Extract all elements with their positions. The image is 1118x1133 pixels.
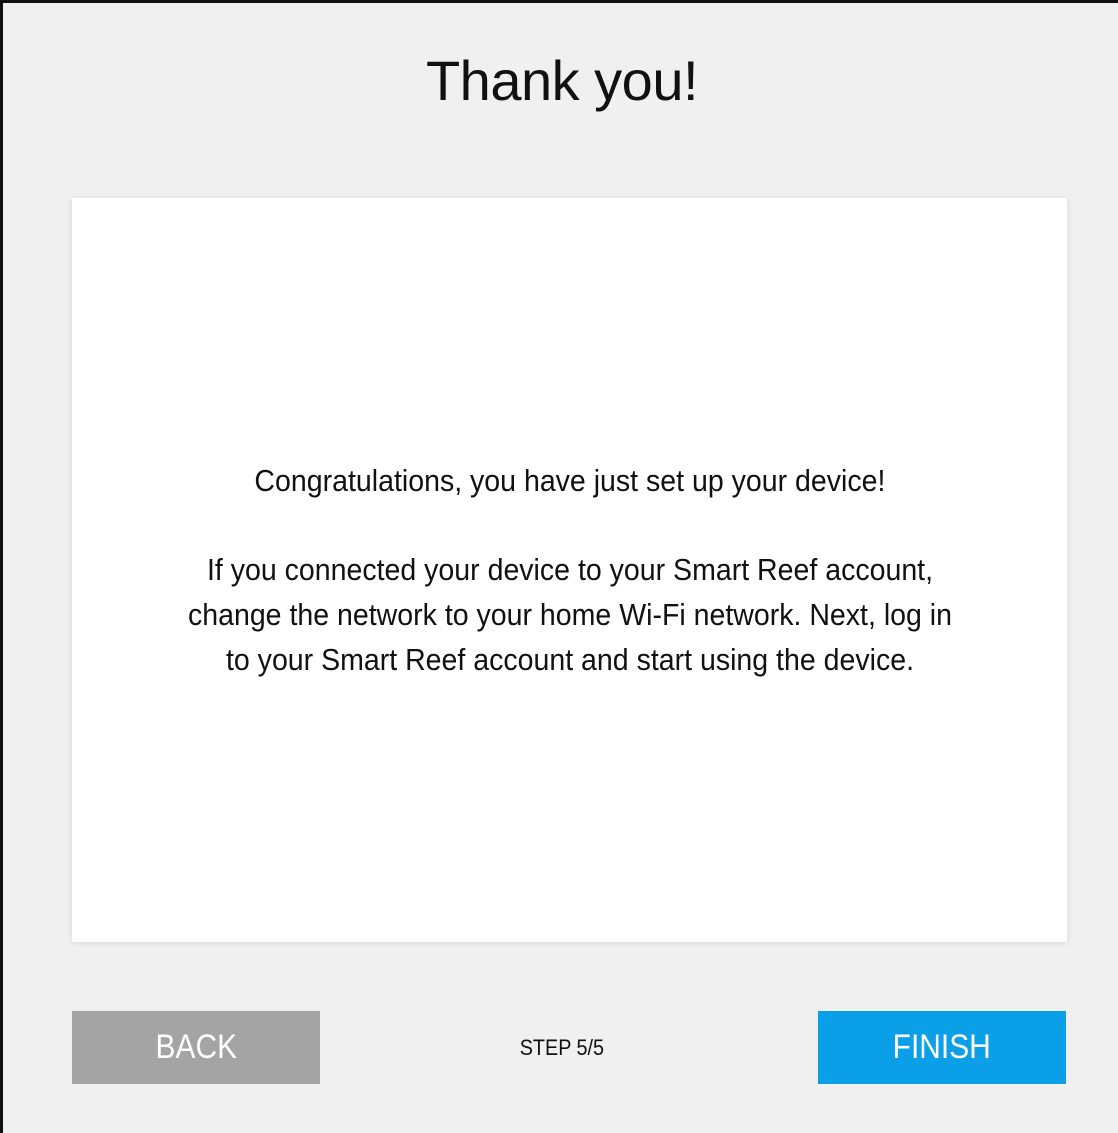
finish-button[interactable]: FINISH (818, 1011, 1066, 1084)
finish-button-label: FINISH (892, 1028, 992, 1066)
step-indicator-label: STEP 5/5 (519, 1035, 605, 1060)
instructions-message: If you connected your device to your Sma… (128, 547, 1011, 682)
confirmation-card: Congratulations, you have just set up yo… (72, 198, 1067, 942)
instructions-line: change the network to your home Wi-Fi ne… (187, 597, 952, 632)
congrats-message: Congratulations, you have just set up yo… (253, 463, 885, 498)
page-title: Thank you! (425, 49, 699, 112)
instructions-line: to your Smart Reef account and start usi… (225, 642, 914, 677)
instructions-line: If you connected your device to your Sma… (206, 552, 933, 587)
setup-wizard-window: Thank you! Congratulations, you have jus… (0, 0, 1118, 1133)
